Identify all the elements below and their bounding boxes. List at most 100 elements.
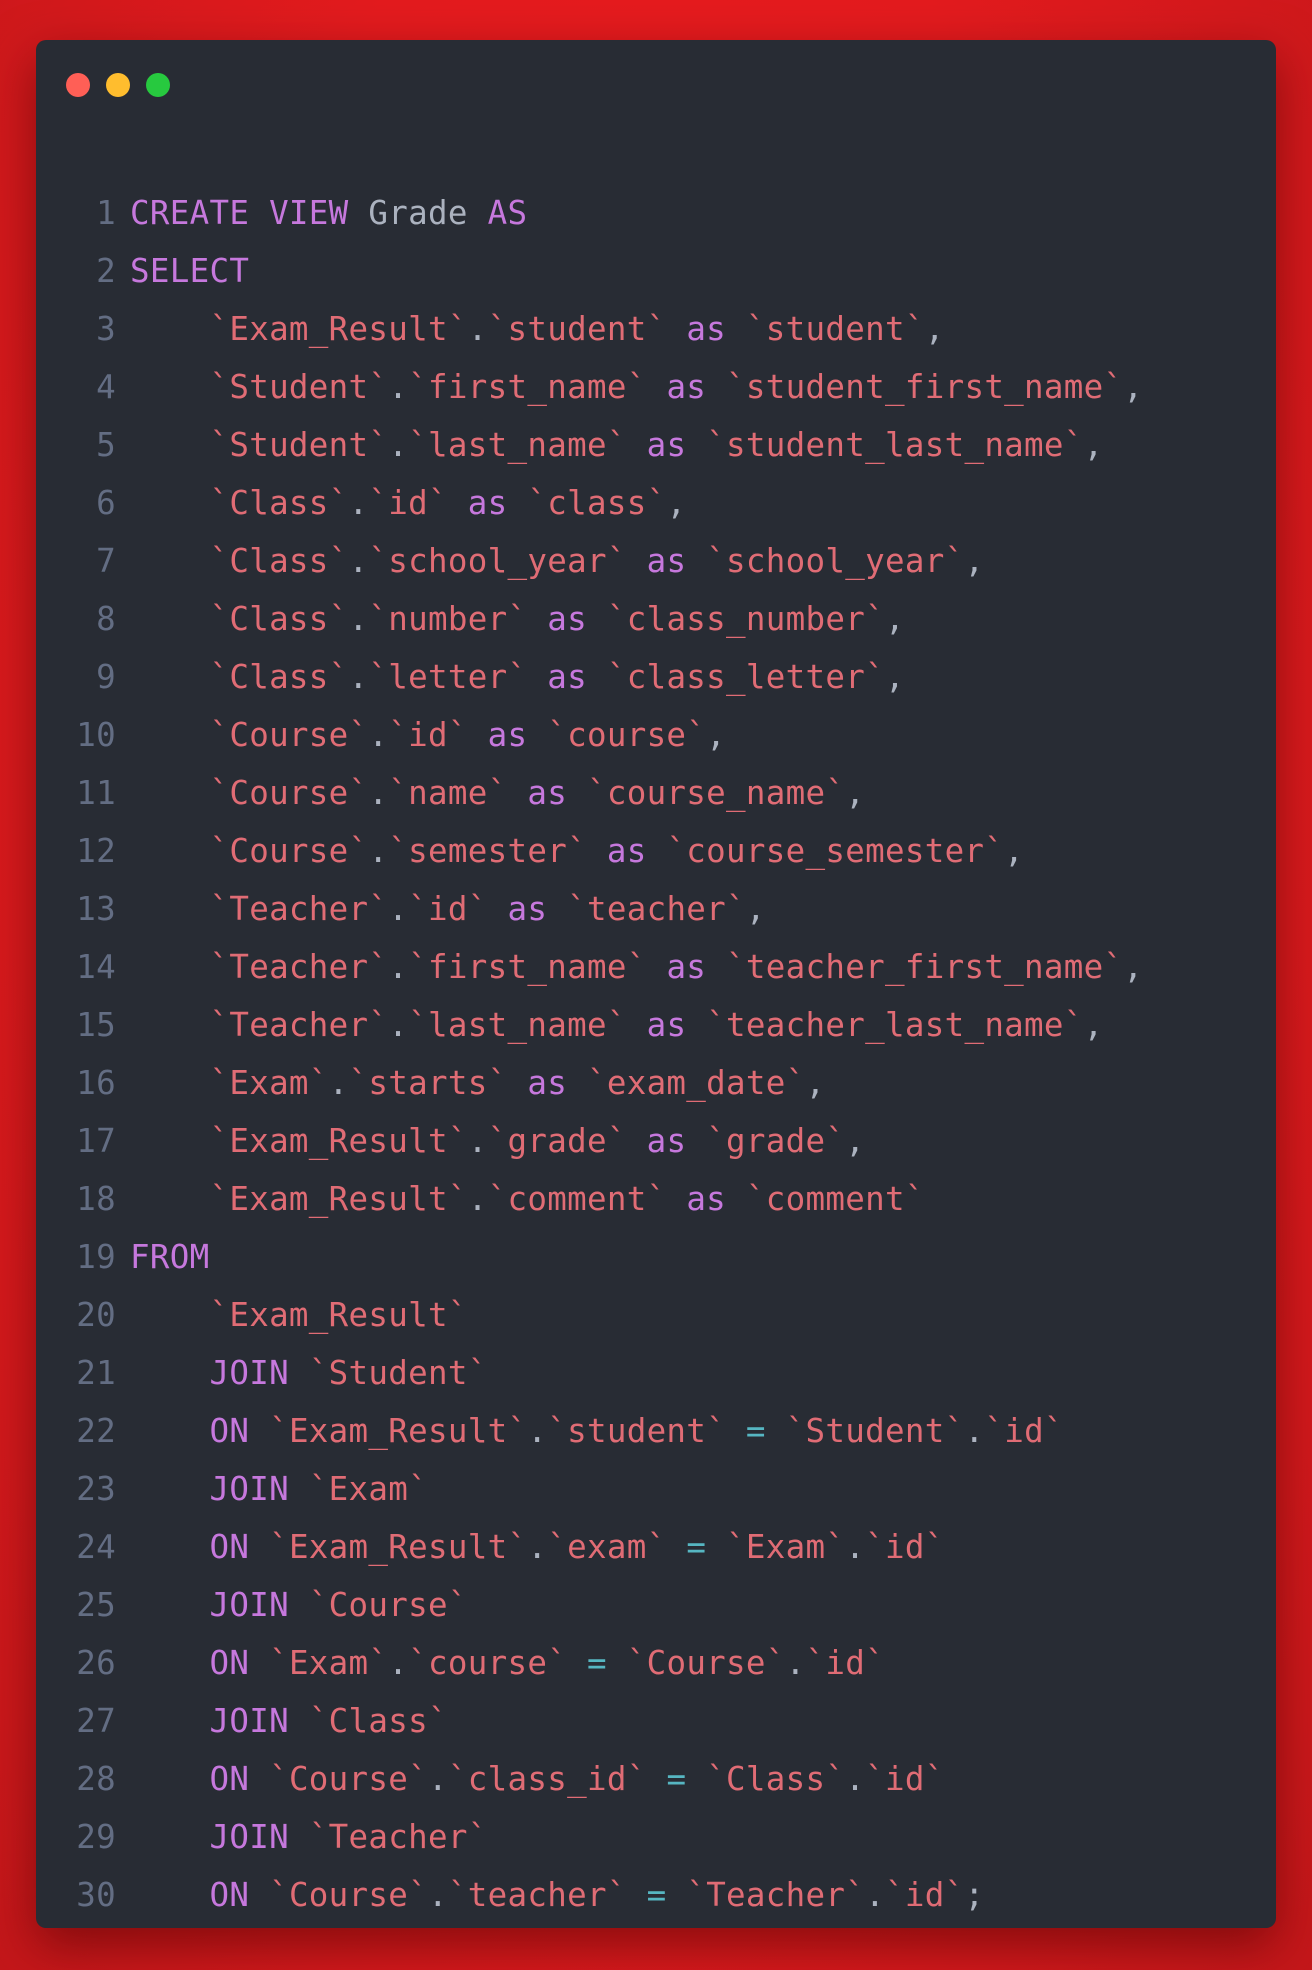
code-text: , [884, 600, 905, 638]
sql-identifier: `Student` [785, 1412, 965, 1450]
line-number: 12 [76, 832, 116, 870]
sql-operator: = [686, 1528, 707, 1566]
sql-keyword: AS [487, 194, 528, 232]
sql-identifier: `Exam` [726, 1528, 846, 1566]
code-text: , [884, 658, 905, 696]
code-line-content: ON `Exam_Result`.`student` = `Student`.`… [116, 1412, 1064, 1450]
code-text: . [865, 1876, 886, 1914]
sql-identifier: `id` [805, 1644, 885, 1682]
code-line: 26 ON `Exam`.`course` = `Course`.`id` [36, 1634, 1276, 1692]
sql-identifier: `course_name` [586, 774, 846, 812]
sql-keyword: JOIN [209, 1818, 289, 1856]
sql-identifier: `comment` [745, 1180, 925, 1218]
sql-keyword: JOIN [209, 1586, 289, 1624]
sql-identifier: `Course` [269, 1760, 429, 1798]
sql-operator: = [646, 1876, 667, 1914]
sql-identifier: `Class` [209, 658, 349, 696]
sql-identifier: `Exam_Result` [209, 310, 468, 348]
code-line-content: JOIN `Course` [116, 1586, 468, 1624]
sql-operator: = [666, 1760, 687, 1798]
sql-identifier: `class_id` [447, 1760, 647, 1798]
line-number: 15 [76, 1006, 116, 1044]
sql-identifier: `course` [408, 1644, 568, 1682]
code-text: . [527, 1528, 548, 1566]
sql-keyword: as [547, 600, 587, 638]
sql-identifier: `last_name` [408, 426, 627, 464]
sql-identifier: `id` [885, 1876, 965, 1914]
code-text: . [428, 1760, 448, 1798]
sql-identifier: `course_semester` [666, 832, 1005, 870]
code-line-content: `Exam_Result` [116, 1296, 468, 1334]
code-line-content: `Class`.`school_year` as `school_year`, [116, 542, 984, 580]
code-line: 20 `Exam_Result` [36, 1286, 1276, 1344]
line-number: 10 [76, 716, 116, 754]
sql-identifier: `Class` [209, 542, 349, 580]
sql-identifier: `Exam_Result` [209, 1180, 468, 1218]
code-line: 11 `Course`.`name` as `course_name`, [36, 764, 1276, 822]
code-line: 25 JOIN `Course` [36, 1576, 1276, 1634]
code-line: 10 `Course`.`id` as `course`, [36, 706, 1276, 764]
line-number: 7 [96, 542, 116, 580]
line-number: 25 [76, 1586, 116, 1624]
close-window-button[interactable] [66, 73, 90, 97]
code-line-content: CREATE VIEW Grade AS [116, 194, 527, 232]
sql-identifier: `Teacher` [686, 1876, 866, 1914]
code-text: . [467, 310, 488, 348]
line-number: 5 [96, 426, 116, 464]
code-line: 21 JOIN `Student` [36, 1344, 1276, 1402]
sql-identifier: `starts` [348, 1064, 508, 1102]
sql-identifier: `Course` [209, 774, 369, 812]
sql-keyword: ON [209, 1876, 250, 1914]
code-text: , [1123, 368, 1144, 406]
code-text: , [845, 1122, 866, 1160]
sql-identifier: `semester` [388, 832, 587, 870]
sql-identifier: `school_year` [368, 542, 627, 580]
sql-identifier: `Exam_Result` [209, 1122, 468, 1160]
sql-identifier: `last_name` [408, 1006, 627, 1044]
code-text: Grade [348, 194, 488, 232]
code-text: . [368, 716, 389, 754]
code-text: . [328, 1064, 349, 1102]
sql-identifier: `grade` [487, 1122, 627, 1160]
sql-keyword: as [507, 890, 548, 928]
code-window: 1 CREATE VIEW Grade AS 2 SELECT 3 `Exam_Resu… [36, 40, 1276, 1928]
sql-keyword: JOIN [209, 1354, 289, 1392]
sql-identifier: `exam` [547, 1528, 667, 1566]
sql-identifier: `Exam_Result` [269, 1528, 528, 1566]
sql-keyword: ON [209, 1528, 250, 1566]
line-number: 22 [76, 1412, 116, 1450]
sql-identifier: `exam_date` [586, 1064, 806, 1102]
code-line: 18 `Exam_Result`.`comment` as `comment` [36, 1170, 1276, 1228]
code-text: , [845, 774, 866, 812]
sql-identifier: `class_number` [606, 600, 885, 638]
minimize-window-button[interactable] [106, 73, 130, 97]
code-line: 13 `Teacher`.`id` as `teacher`, [36, 880, 1276, 938]
line-number: 20 [76, 1296, 116, 1334]
maximize-window-button[interactable] [146, 73, 170, 97]
